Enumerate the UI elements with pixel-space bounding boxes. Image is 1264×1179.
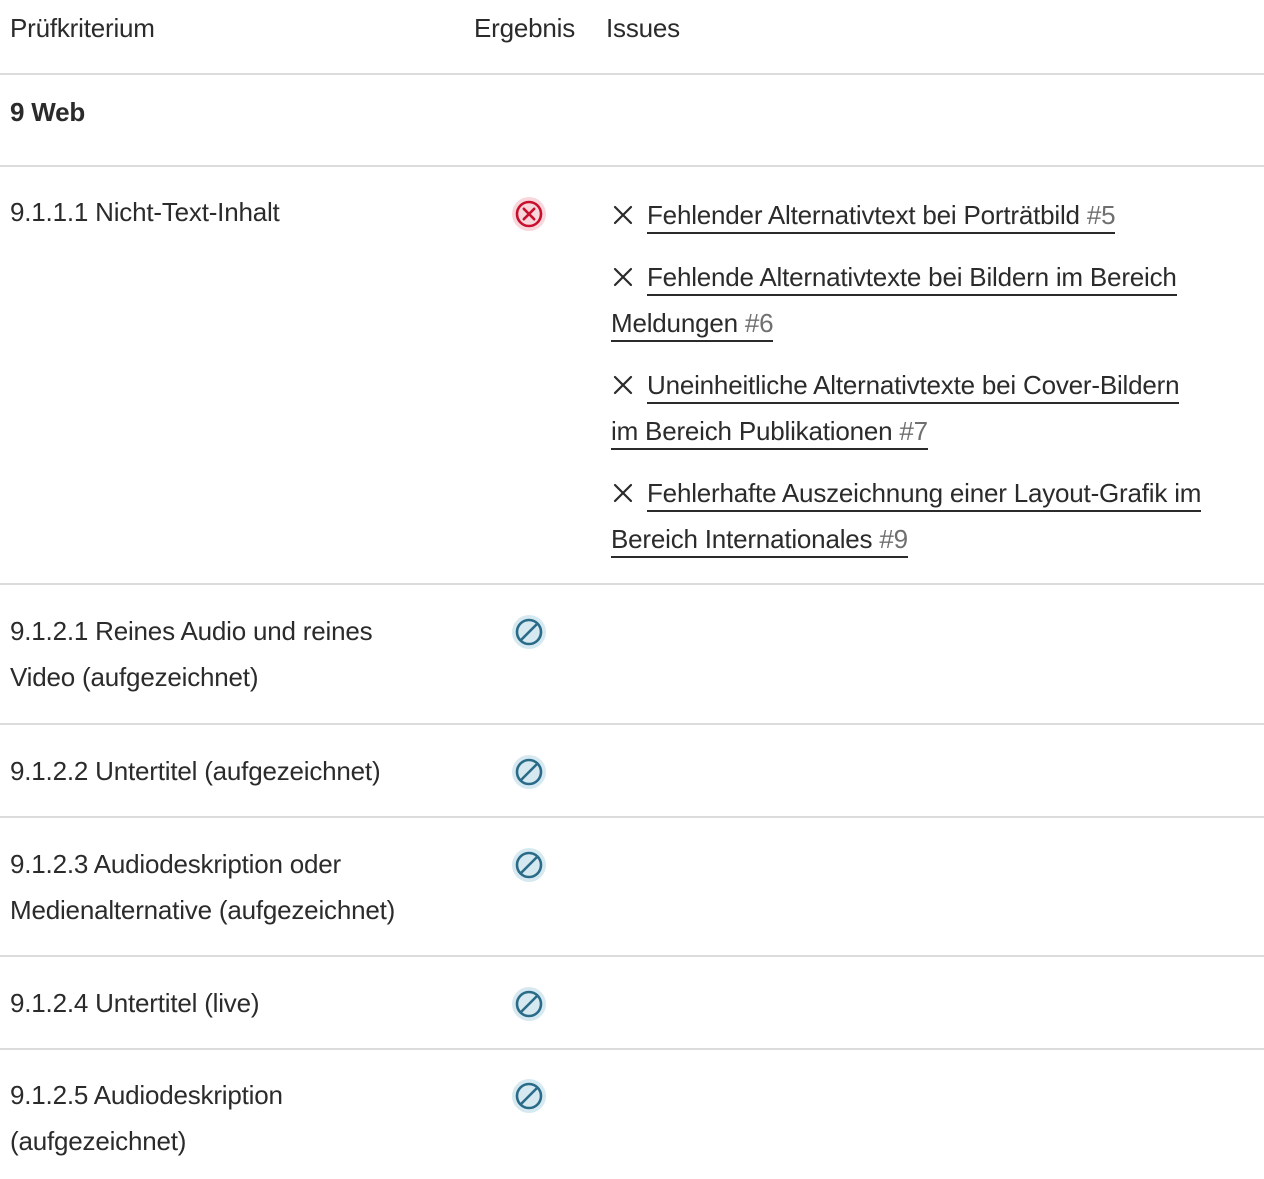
result-cell — [509, 612, 549, 652]
criterion-text-cont: Medienalternative (aufgezeichnet) — [10, 895, 396, 925]
criterion-cell: 9.1.1.1 Nicht-Text-Inhalt — [10, 189, 450, 235]
x-icon — [611, 203, 635, 227]
issues-cell: Fehlender Alternativtext bei Porträtbild… — [611, 192, 1261, 578]
header-result: Ergebnis — [474, 13, 576, 43]
slash-circle-icon — [509, 755, 549, 798]
result-cell — [509, 845, 549, 885]
x-circle-icon — [509, 197, 549, 240]
table-row: 9.1.2.3 Audiodeskription oder Medienalte… — [0, 818, 1264, 957]
slash-circle-icon — [509, 848, 549, 891]
table-row: 9.1.1.1 Nicht-Text-Inhalt Fehlender Alte… — [0, 167, 1264, 585]
issue-title-cont: Bereich Internationales — [611, 524, 873, 554]
issue-title-cont: Meldungen — [611, 308, 738, 338]
issue-number: #6 — [744, 308, 774, 338]
issue-title: Fehlender Alternativtext bei Porträtbild — [647, 200, 1080, 230]
slash-circle-icon — [509, 1079, 549, 1122]
slash-circle-icon — [509, 615, 549, 658]
issue-item: Fehlerhafte Auszeichnung einer Layout-Gr… — [611, 470, 1261, 562]
criterion-text: 9.1.2.3 Audiodeskription oder — [10, 849, 341, 879]
section-row: 9 Web — [0, 75, 1264, 167]
criterion-text: 9.1.1.1 Nicht-Text-Inhalt — [10, 197, 280, 227]
issue-link[interactable]: Fehlende Alternativtexte bei Bildern im … — [611, 262, 1177, 342]
result-cell — [509, 194, 549, 234]
section-title: 9 Web — [10, 97, 86, 127]
x-icon — [611, 373, 635, 397]
criterion-cell: 9.1.2.1 Reines Audio und reines Video (a… — [10, 608, 450, 700]
result-cell — [509, 1076, 549, 1116]
table-row: 9.1.2.4 Untertitel (live) — [0, 957, 1264, 1050]
issue-link[interactable]: Uneinheitliche Alternativtexte bei Cover… — [611, 370, 1180, 450]
table-row: 9.1.2.1 Reines Audio und reines Video (a… — [0, 585, 1264, 725]
slash-circle-icon — [509, 987, 549, 1030]
issue-number: #9 — [879, 524, 908, 554]
criterion-text: 9.1.2.4 Untertitel (live) — [10, 988, 260, 1018]
table-row: 9.1.2.5 Audiodeskription (aufgezeichnet) — [0, 1050, 1264, 1179]
x-icon — [611, 265, 635, 289]
criterion-text-cont: (aufgezeichnet) — [10, 1126, 187, 1156]
issue-title-cont: im Bereich Publikationen — [611, 416, 893, 446]
x-icon — [611, 481, 635, 505]
issue-title: Fehlende Alternativtexte bei Bildern im … — [647, 262, 1177, 292]
issue-item: Fehlende Alternativtexte bei Bildern im … — [611, 254, 1261, 346]
table-header: Prüfkriterium Ergebnis Issues — [0, 0, 1264, 75]
header-criterion: Prüfkriterium — [10, 13, 155, 43]
issue-link[interactable]: Fehlerhafte Auszeichnung einer Layout-Gr… — [611, 478, 1201, 558]
results-table: Prüfkriterium Ergebnis Issues 9 Web 9.1.… — [0, 0, 1264, 1179]
issue-item: Fehlender Alternativtext bei Porträtbild… — [611, 192, 1261, 238]
criterion-text: 9.1.2.2 Untertitel (aufgezeichnet) — [10, 756, 381, 786]
criterion-text-cont: Video (aufgezeichnet) — [10, 662, 259, 692]
issue-title: Fehlerhafte Auszeichnung einer Layout-Gr… — [647, 478, 1202, 508]
criterion-text: 9.1.2.1 Reines Audio und reines — [10, 616, 373, 646]
criterion-cell: 9.1.2.5 Audiodeskription (aufgezeichnet) — [10, 1072, 450, 1164]
issue-number: #7 — [899, 416, 928, 446]
issue-item: Uneinheitliche Alternativtexte bei Cover… — [611, 362, 1261, 454]
criterion-text: 9.1.2.5 Audiodeskription — [10, 1080, 283, 1110]
issue-title: Uneinheitliche Alternativtexte bei Cover… — [647, 370, 1180, 400]
criterion-cell: 9.1.2.2 Untertitel (aufgezeichnet) — [10, 748, 450, 794]
criterion-cell: 9.1.2.3 Audiodeskription oder Medienalte… — [10, 841, 450, 933]
result-cell — [509, 984, 549, 1024]
header-issues: Issues — [606, 13, 680, 43]
issue-number: #5 — [1086, 200, 1116, 230]
result-cell — [509, 752, 549, 792]
table-row: 9.1.2.2 Untertitel (aufgezeichnet) — [0, 725, 1264, 818]
issue-link[interactable]: Fehlender Alternativtext bei Porträtbild… — [647, 200, 1116, 234]
criterion-cell: 9.1.2.4 Untertitel (live) — [10, 980, 450, 1026]
